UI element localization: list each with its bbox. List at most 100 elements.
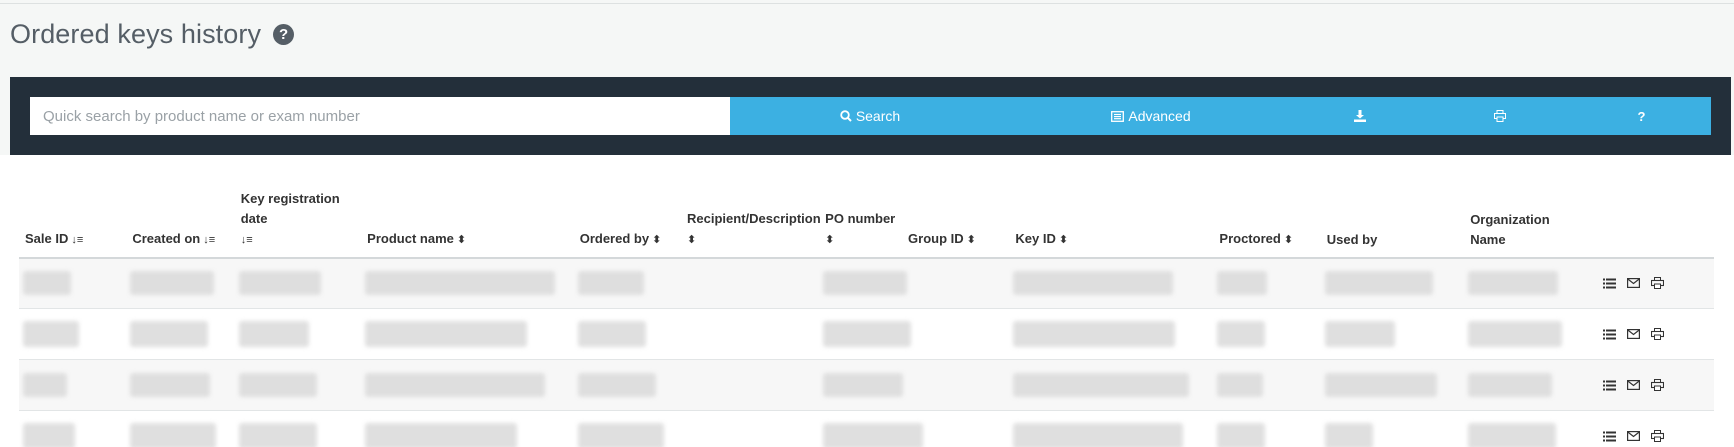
table-cell: [573, 359, 682, 412]
print-icon[interactable]: [1650, 275, 1666, 291]
table-cell: [1320, 359, 1465, 412]
table-row[interactable]: [19, 308, 1714, 361]
advanced-search-button[interactable]: Advanced: [1010, 97, 1292, 135]
quick-search-input[interactable]: [30, 97, 730, 135]
envelope-icon[interactable]: [1626, 326, 1642, 342]
sort-icon[interactable]: ⬍: [652, 230, 661, 250]
col-proctored[interactable]: Proctored ⬍: [1213, 189, 1321, 259]
col-key-registration-date[interactable]: Key registration date ↓≡: [234, 189, 362, 259]
table-cell: [126, 359, 235, 412]
table-cell: [126, 308, 235, 361]
print-icon[interactable]: [1650, 428, 1666, 444]
search-icon: [840, 110, 852, 122]
sort-icon[interactable]: ⬍: [967, 230, 976, 250]
redacted-value: [238, 321, 309, 348]
redacted-value: [1468, 271, 1559, 296]
sort-amount-down-icon[interactable]: ↓≡: [241, 230, 253, 250]
table-cell: [1009, 257, 1214, 310]
help-button[interactable]: ?: [1572, 97, 1711, 135]
table-cell: [1320, 410, 1465, 447]
table-cell: [819, 359, 904, 412]
redacted-value: [1217, 271, 1268, 296]
col-group-id[interactable]: Group ID ⬍: [902, 189, 1010, 259]
table-cell: [902, 359, 1010, 412]
redacted-value: [238, 373, 317, 398]
redacted-value: [130, 271, 215, 296]
redacted-value: [577, 271, 644, 296]
col-key-id[interactable]: Key ID ⬍: [1009, 189, 1214, 259]
redacted-value: [365, 321, 528, 348]
print-button[interactable]: [1431, 97, 1572, 135]
table-cell: [573, 308, 682, 361]
search-button-label: Search: [855, 108, 901, 124]
envelope-icon[interactable]: [1626, 428, 1642, 444]
table-cell: [1320, 257, 1465, 310]
table-row[interactable]: [19, 410, 1714, 447]
redacted-value: [238, 423, 317, 447]
table-cell: [361, 308, 574, 361]
ordered-keys-table: Sale ID ↓≡ Created on ↓≡ Key registration …: [19, 189, 1714, 447]
print-icon[interactable]: [1650, 326, 1666, 342]
print-icon: [1493, 110, 1506, 122]
table-cell: [573, 257, 682, 310]
row-actions: [1591, 308, 1714, 361]
table-cell: [19, 359, 127, 412]
redacted-value: [1217, 373, 1264, 398]
col-ordered-by[interactable]: Ordered by ⬍: [573, 189, 682, 259]
col-created-on[interactable]: Created on ↓≡: [126, 189, 235, 259]
list-icon[interactable]: [1602, 275, 1618, 291]
redacted-value: [1324, 321, 1395, 348]
table-cell: [234, 257, 362, 310]
table-cell: [1320, 308, 1465, 361]
redacted-value: [1468, 423, 1557, 447]
table-cell: [361, 359, 574, 412]
search-panel: Search Advanced ?: [10, 77, 1731, 155]
col-po-number[interactable]: PO number ⬍: [819, 189, 903, 259]
page-title: Ordered keys history: [10, 18, 262, 49]
question-circle-icon[interactable]: ?: [273, 23, 295, 45]
list-icon[interactable]: [1602, 326, 1618, 342]
table-cell: [1464, 257, 1592, 310]
search-button[interactable]: Search: [730, 97, 1010, 135]
table-cell: [361, 257, 574, 310]
redacted-value: [23, 423, 75, 447]
table-cell: [234, 410, 362, 447]
redacted-value: [1217, 321, 1266, 348]
col-product-name[interactable]: Product name ⬍: [361, 189, 574, 259]
table-cell: [361, 410, 574, 447]
download-button[interactable]: [1292, 97, 1431, 135]
table-header-row: Sale ID ↓≡ Created on ↓≡ Key registration …: [19, 189, 1714, 259]
list-icon[interactable]: [1602, 377, 1618, 393]
table-cell: [1464, 359, 1592, 412]
table-cell: [19, 410, 127, 447]
print-icon[interactable]: [1650, 377, 1666, 393]
sort-icon[interactable]: ⬍: [687, 230, 696, 250]
redacted-value: [1468, 321, 1563, 348]
table-row[interactable]: [19, 359, 1714, 412]
table-cell: [1213, 257, 1321, 310]
sort-icon[interactable]: ⬍: [1059, 230, 1068, 250]
redacted-value: [1324, 271, 1433, 296]
envelope-icon[interactable]: [1626, 377, 1642, 393]
redacted-value: [1217, 423, 1266, 447]
table-cell: [1213, 359, 1321, 412]
sort-icon[interactable]: ⬍: [457, 230, 466, 250]
col-actions: [1591, 189, 1714, 259]
redacted-value: [238, 271, 321, 296]
redacted-value: [365, 423, 518, 447]
sort-icon[interactable]: ⬍: [1284, 230, 1293, 250]
redacted-value: [577, 423, 664, 447]
envelope-icon[interactable]: [1626, 275, 1642, 291]
col-sale-id[interactable]: Sale ID ↓≡: [19, 189, 127, 259]
table-cell: [1213, 410, 1321, 447]
table-row[interactable]: [19, 257, 1714, 310]
sort-icon[interactable]: ⬍: [825, 230, 834, 250]
table-cell: [681, 257, 820, 310]
sort-amount-down-icon[interactable]: ↓≡: [71, 230, 83, 250]
list-icon[interactable]: [1602, 428, 1618, 444]
sort-amount-down-icon[interactable]: ↓≡: [203, 230, 215, 250]
redacted-value: [23, 271, 71, 296]
col-recipient-description[interactable]: Recipient/Description ⬍: [681, 189, 821, 259]
redacted-value: [1013, 423, 1184, 447]
redacted-value: [1324, 373, 1437, 398]
